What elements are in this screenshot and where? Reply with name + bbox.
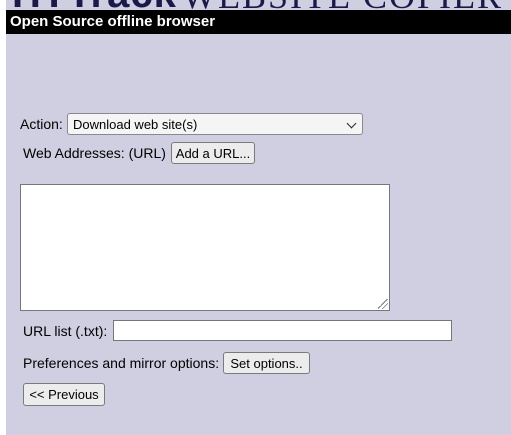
action-select-value: Download web site(s) — [73, 117, 198, 132]
add-url-button[interactable]: Add a URL... — [171, 142, 255, 164]
resize-grip-icon[interactable] — [378, 299, 388, 309]
action-label: Action: — [20, 116, 63, 132]
logo-subtitle: WEBSITE COPIER — [182, 0, 503, 10]
action-select[interactable]: Download web site(s) — [67, 113, 363, 135]
logo-text: HTTrack — [12, 0, 177, 10]
url-list-input[interactable] — [113, 320, 452, 341]
httrack-logo-banner: HTTrack WEBSITE COPIER — [6, 0, 511, 10]
url-textarea[interactable] — [20, 184, 390, 311]
title-bar: Open Source offline browser — [6, 10, 511, 34]
chevron-down-icon — [346, 118, 357, 129]
page-title: Open Source offline browser — [10, 13, 216, 30]
previous-button[interactable]: << Previous — [23, 383, 105, 406]
url-list-label: URL list (.txt): — [23, 323, 108, 339]
page: HTTrack WEBSITE COPIER Open Source offli… — [6, 0, 511, 435]
web-addresses-label: Web Addresses: (URL) — [23, 145, 166, 161]
set-options-button[interactable]: Set options.. — [223, 352, 310, 374]
preferences-label: Preferences and mirror options: — [23, 355, 220, 371]
